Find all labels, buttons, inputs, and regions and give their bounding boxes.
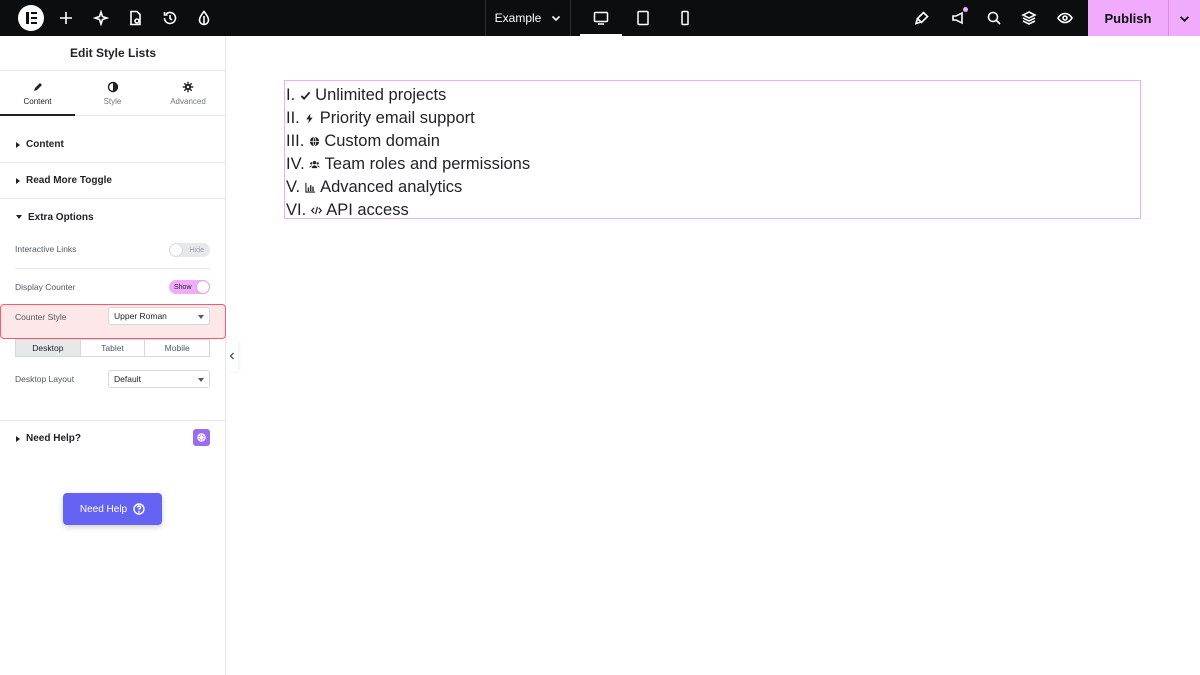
help-widget-icon[interactable] [193, 429, 210, 446]
preview-eye-icon[interactable] [1055, 8, 1075, 28]
section-extra-options[interactable]: Extra Options [0, 199, 226, 235]
list-counter: I. [286, 86, 296, 104]
gear-icon [182, 81, 194, 93]
need-help-button[interactable]: Need Help [63, 493, 162, 525]
notification-dot [963, 7, 968, 12]
interactive-links-toggle[interactable]: Hide [169, 243, 210, 257]
search-icon[interactable] [984, 8, 1004, 28]
globe-icon [308, 136, 320, 148]
add-icon[interactable] [56, 8, 76, 28]
list-text: Advanced analytics [320, 178, 463, 196]
editor-panel: Edit Style Lists Content Style Advanced … [0, 36, 226, 675]
list-counter: II. [286, 109, 300, 127]
desktop-layout-label: Desktop Layout [15, 374, 75, 384]
list-item: I. Unlimited projects [286, 84, 530, 107]
page-name: Example [494, 11, 542, 25]
bolt-icon [304, 113, 316, 125]
chevron-down-icon [1180, 15, 1189, 22]
style-list-widget[interactable]: I. Unlimited projects II. Priority email… [284, 80, 1141, 219]
publish-options-button[interactable] [1168, 0, 1200, 36]
toggle-knob [197, 281, 209, 293]
interactive-links-label: Interactive Links [15, 244, 77, 254]
chevron-down-icon [552, 15, 561, 22]
list-text: API access [326, 201, 409, 219]
list-counter: IV. [286, 155, 305, 173]
collapse-panel-handle[interactable] [226, 340, 238, 372]
device-tablet-button[interactable]: Tablet [81, 340, 146, 356]
caret-right-icon [16, 141, 20, 148]
caret-right-icon [16, 435, 20, 442]
counter-style-select[interactable]: Upper Roman [108, 307, 210, 325]
list-item: VI. API access [286, 199, 530, 222]
desktop-layout-select[interactable]: Default [108, 370, 210, 388]
list-text: Priority email support [319, 109, 475, 127]
device-mobile-button[interactable]: Mobile [145, 340, 209, 356]
chevron-left-icon [229, 352, 234, 360]
code-icon [310, 205, 322, 217]
divider [15, 268, 211, 269]
section-content[interactable]: Content [0, 127, 226, 163]
style-list: I. Unlimited projects II. Priority email… [286, 84, 530, 222]
list-item: II. Priority email support [286, 107, 530, 130]
history-icon[interactable] [160, 8, 180, 28]
help-button-label: Need Help [79, 503, 128, 515]
counter-style-label: Counter Style [15, 312, 67, 322]
section-label: Need Help? [26, 433, 82, 444]
list-counter: III. [286, 132, 305, 150]
select-value: Upper Roman [114, 311, 167, 321]
layers-icon[interactable] [1019, 8, 1039, 28]
elementor-logo-icon[interactable] [18, 5, 44, 31]
list-counter: V. [286, 178, 301, 196]
toggle-knob [170, 244, 182, 256]
sparkle-icon[interactable] [91, 8, 111, 28]
toggle-state: Hide [189, 246, 204, 254]
list-counter: VI. [286, 201, 307, 219]
list-item: IV. Team roles and permissions [286, 153, 530, 176]
theme-drop-icon[interactable] [194, 8, 214, 28]
section-read-more-toggle[interactable]: Read More Toggle [0, 163, 226, 199]
rocket-icon[interactable] [912, 8, 932, 28]
question-circle-icon [133, 503, 145, 515]
list-item: III. Custom domain [286, 130, 530, 153]
half-circle-icon [107, 81, 118, 93]
tab-style[interactable]: Style [75, 71, 150, 116]
pencil-icon [33, 83, 42, 91]
page-settings-icon[interactable] [125, 8, 145, 28]
users-icon [309, 159, 321, 171]
display-counter-toggle[interactable]: Show [169, 280, 210, 294]
chevron-down-icon [198, 378, 204, 382]
tab-content[interactable]: Content [0, 71, 75, 116]
select-value: Default [114, 374, 141, 384]
list-text: Custom domain [324, 132, 440, 150]
device-desktop-button[interactable]: Desktop [16, 340, 81, 356]
tablet-view-icon[interactable] [622, 0, 664, 36]
tab-label: Content [23, 97, 52, 106]
list-item: V. Advanced analytics [286, 176, 530, 199]
device-switcher: Desktop Tablet Mobile [15, 339, 210, 357]
tab-label: Advanced [170, 97, 206, 106]
section-label: Extra Options [28, 211, 94, 223]
list-text: Team roles and permissions [324, 155, 531, 173]
caret-right-icon [16, 177, 20, 184]
toggle-state: Show [174, 283, 192, 291]
publish-button[interactable]: Publish [1088, 0, 1168, 36]
chevron-down-icon [198, 315, 204, 319]
mobile-view-icon[interactable] [664, 0, 706, 36]
panel-title: Edit Style Lists [0, 36, 226, 71]
caret-down-icon [16, 215, 22, 219]
display-counter-label: Display Counter [15, 282, 76, 292]
section-label: Read More Toggle [26, 175, 112, 186]
page-select-dropdown[interactable]: Example [485, 0, 571, 36]
desktop-view-icon[interactable] [580, 0, 622, 36]
tab-advanced[interactable]: Advanced [150, 71, 226, 116]
top-bar: Example Publish [0, 0, 1200, 36]
panel-tabs: Content Style Advanced [0, 71, 226, 116]
tab-label: Style [103, 97, 122, 106]
list-text: Unlimited projects [315, 86, 447, 104]
chart-icon [304, 182, 316, 194]
section-label: Content [26, 139, 64, 150]
check-icon [299, 90, 311, 102]
